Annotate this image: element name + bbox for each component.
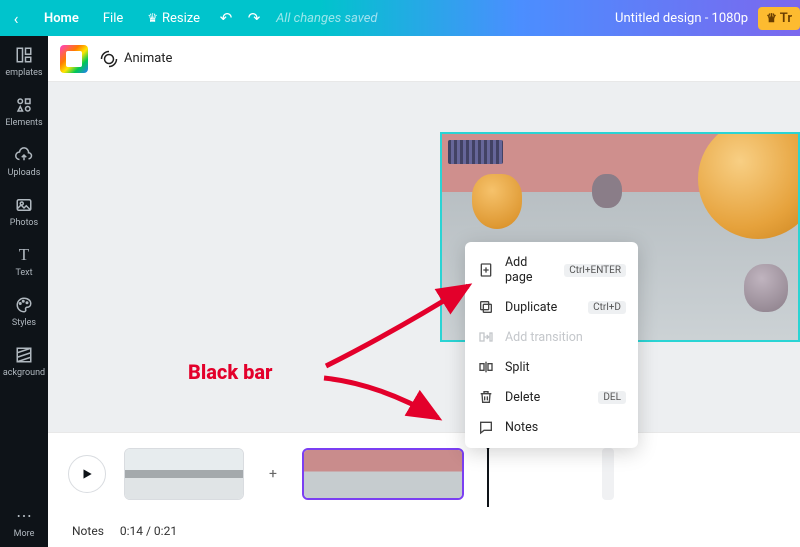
try-pro-button[interactable]: ♛ Tr [758, 7, 800, 30]
file-menu[interactable]: File [91, 11, 135, 26]
time-display: 0:14 / 0:21 [120, 524, 177, 538]
canvas-content [592, 174, 622, 208]
sidebar-elements[interactable]: Elements [0, 86, 48, 136]
editor-toolbar: Animate [48, 36, 800, 82]
sidebar-templates[interactable]: emplates [0, 36, 48, 86]
styles-icon [15, 296, 33, 314]
add-page-icon [477, 262, 495, 278]
ctx-add-transition: Add transition [465, 322, 638, 352]
split-icon [477, 359, 495, 375]
color-picker-button[interactable] [60, 45, 88, 73]
text-icon: T [15, 246, 33, 264]
canvas-area[interactable] [48, 82, 800, 432]
redo-button[interactable]: ↷ [240, 9, 268, 27]
sidebar-photos[interactable]: Photos [0, 186, 48, 236]
sidebar-text[interactable]: T Text [0, 236, 48, 286]
canvas-content [472, 174, 522, 229]
canvas-content [744, 264, 788, 312]
ctx-add-page[interactable]: Add page Ctrl+ENTER [465, 248, 638, 292]
sidebar-uploads[interactable]: Uploads [0, 136, 48, 186]
sidebar-more[interactable]: ⋯ More [0, 497, 48, 547]
ctx-split[interactable]: Split [465, 352, 638, 382]
sidebar-background[interactable]: ackground [0, 336, 48, 386]
left-sidebar: emplates Elements Uploads Photos T Text … [0, 36, 48, 547]
crown-icon: ♛ [147, 11, 158, 25]
play-icon [80, 467, 94, 481]
notes-icon [477, 419, 495, 435]
notes-button[interactable]: Notes [72, 524, 104, 538]
delete-icon [477, 389, 495, 405]
ctx-duplicate[interactable]: Duplicate Ctrl+D [465, 292, 638, 322]
background-icon [15, 346, 33, 364]
annotation-label: Black bar [188, 360, 272, 384]
home-label: Home [44, 11, 79, 26]
undo-button[interactable]: ↶ [212, 9, 240, 27]
context-menu: Add page Ctrl+ENTER Duplicate Ctrl+D Add… [465, 242, 638, 448]
uploads-icon [15, 146, 33, 164]
timeline: + [48, 432, 800, 515]
animate-button[interactable]: Animate [100, 50, 172, 68]
templates-icon [15, 46, 33, 64]
shortcut-badge: Ctrl+D [588, 301, 626, 314]
home-button[interactable]: Home [32, 11, 91, 26]
photos-icon [15, 196, 33, 214]
timeline-clip-1[interactable] [124, 448, 244, 500]
ctx-notes[interactable]: Notes [465, 412, 638, 442]
add-clip-button[interactable]: + [262, 463, 284, 485]
top-menu-bar: ‹ Home File ♛Resize ↶ ↷ All changes save… [0, 0, 800, 36]
play-button[interactable] [68, 455, 106, 493]
resize-menu[interactable]: ♛Resize [135, 11, 212, 26]
ctx-delete[interactable]: Delete DEL [465, 382, 638, 412]
timeline-clip-2-selected[interactable] [302, 448, 464, 500]
shortcut-badge: DEL [598, 391, 626, 404]
back-button[interactable]: ‹ [0, 9, 32, 28]
animate-icon [100, 50, 118, 68]
elements-icon [15, 96, 33, 114]
design-title[interactable]: Untitled design - 1080p [615, 11, 758, 26]
transition-icon [477, 329, 495, 345]
bottom-status-bar: Notes 0:14 / 0:21 [48, 515, 800, 547]
sidebar-styles[interactable]: Styles [0, 286, 48, 336]
more-icon: ⋯ [15, 507, 33, 525]
shortcut-badge: Ctrl+ENTER [564, 264, 626, 277]
duplicate-icon [477, 299, 495, 315]
timeline-end-handle[interactable] [602, 448, 614, 500]
crown-icon: ♛ [766, 11, 777, 25]
save-status: All changes saved [268, 11, 377, 26]
